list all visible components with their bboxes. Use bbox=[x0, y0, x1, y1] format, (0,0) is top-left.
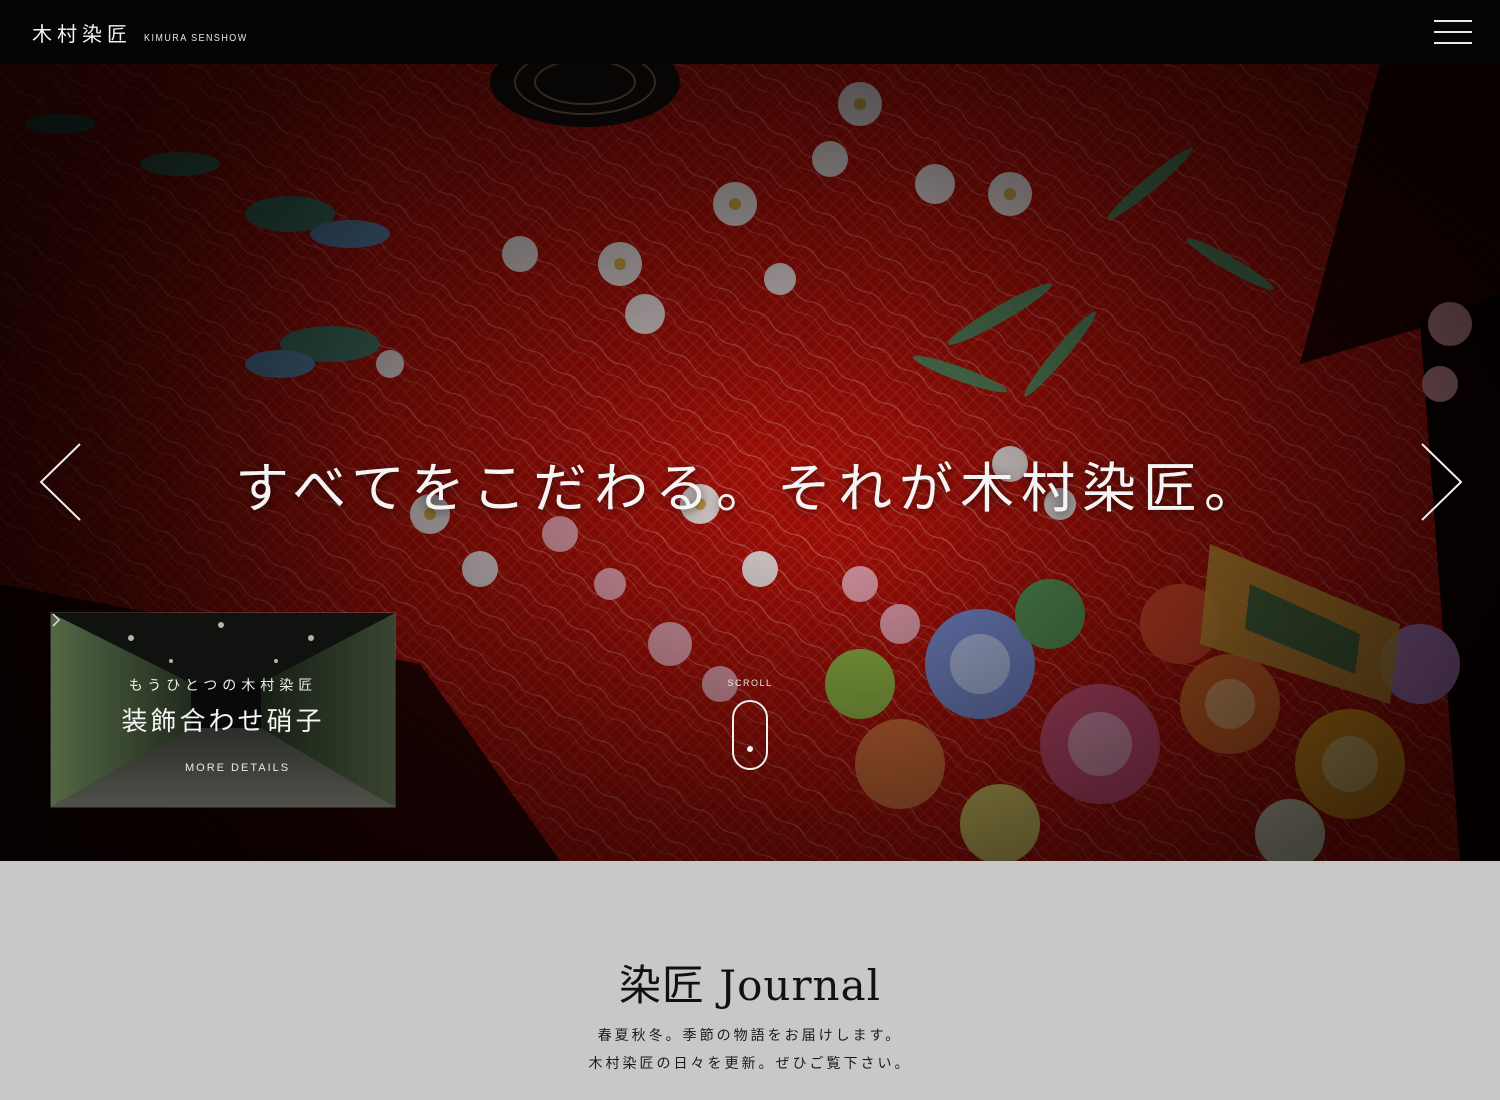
promo-card-glass[interactable]: もうひとつの木村染匠 装飾合わせ硝子 MORE DETAILS bbox=[50, 612, 396, 808]
scroll-label: SCROLL bbox=[727, 678, 773, 688]
site-header: 木村染匠 KIMURA SENSHOW bbox=[0, 0, 1500, 64]
scroll-indicator-icon[interactable] bbox=[732, 700, 768, 770]
logo-english[interactable]: KIMURA SENSHOW bbox=[144, 33, 248, 44]
journal-description-line1: 春夏秋冬。季節の物語をお届けします。 bbox=[597, 1028, 903, 1044]
hamburger-icon[interactable] bbox=[1434, 18, 1472, 46]
scroll-dot bbox=[747, 746, 753, 752]
hero-tagline: すべてをこだわる。それが木村染匠。 bbox=[235, 457, 1265, 520]
chevron-right-icon[interactable] bbox=[1420, 442, 1464, 522]
journal-description-line2: 木村染匠の日々を更新。ぜひご覧下さい。 bbox=[588, 1056, 912, 1072]
more-details-link[interactable]: MORE DETAILS bbox=[185, 762, 290, 774]
chevron-left-icon[interactable] bbox=[38, 442, 82, 522]
promo-title: 装飾合わせ硝子 bbox=[121, 707, 325, 737]
logo[interactable]: 木村染匠 bbox=[32, 18, 132, 47]
journal-title: 染匠 Journal bbox=[618, 961, 882, 1010]
chevron-right-icon bbox=[52, 613, 60, 627]
